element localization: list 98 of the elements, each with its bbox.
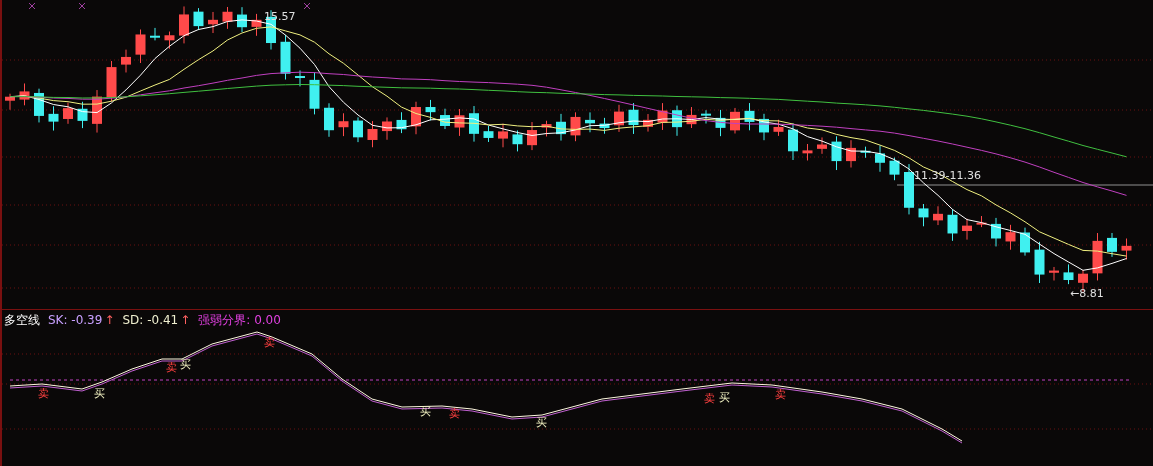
buy-signal: 买 [180,358,191,371]
candlestick [63,102,73,125]
candlestick [541,120,552,137]
candlestick [556,113,566,142]
candlestick [338,112,349,137]
candlestick [454,108,465,137]
legend-value: 强弱分界: 0.00 [198,312,281,329]
candlestick [933,205,943,226]
candlestick [469,105,479,143]
candlestick [92,89,102,134]
candlestick [976,215,987,228]
candlestick [802,143,813,161]
candlestick [179,5,189,44]
candlestick [106,60,117,102]
sell-signal: 卖 [449,407,460,420]
cross-marker-icon [303,2,311,10]
candlestick [628,102,639,135]
candlestick [237,6,247,33]
candlestick [34,88,44,123]
cross-marker-icon [28,2,36,10]
candlestick [686,106,697,129]
price-label: ←8.81 [1070,287,1104,300]
candlestick [309,71,320,115]
candlestick [991,217,1001,247]
candlestick [715,109,726,137]
buy-signal: 买 [94,387,105,400]
arrow-icon: ↑ [180,310,191,329]
buy-signal: 买 [719,391,730,404]
candlestick [889,157,900,181]
sell-signal: 卖 [166,361,177,374]
candlestick [904,163,914,215]
candlestick [1049,266,1059,281]
candlestick [135,28,146,64]
candlestick [643,113,653,133]
candlestick [1063,263,1074,285]
sell-signal: 卖 [775,388,786,401]
candlestick [121,49,131,73]
candlestick [527,121,537,151]
candlestick [860,146,871,159]
candlestick [701,109,711,125]
candlestick [1107,232,1117,258]
candlestick [208,11,218,34]
candlestick [251,13,262,37]
sell-signal: 卖 [704,392,715,405]
candlestick [599,117,610,135]
candlestick [672,105,682,137]
candlestick [411,101,421,135]
candlestick [744,102,755,131]
legend-value: SD: -0.41 [122,312,179,329]
candlestick [19,82,30,106]
candlestick [1020,227,1030,257]
candlestick [5,93,15,111]
candlestick [730,107,740,134]
candlestick [817,136,827,155]
candlestick [759,113,769,141]
candlestick [962,218,972,241]
candlestick [382,116,392,141]
candlestick [353,116,363,143]
candlestick [483,125,494,143]
candlestick [1121,238,1132,261]
candlestick [1034,241,1045,284]
candlestick [222,6,233,30]
candlestick [570,111,581,142]
candlestick [295,69,305,87]
candlestick [150,27,160,41]
candlestick [614,104,624,133]
candlestick [585,111,595,133]
legend-value: SK: -0.39 [48,312,103,329]
candlestick [193,7,204,31]
candlestick [1005,224,1016,251]
candlestick [788,122,798,161]
candlestick [396,111,407,134]
candlestick [947,208,958,242]
candlestick [657,102,668,131]
candlestick [440,108,450,130]
sell-signal: 卖 [38,387,49,400]
candlestick [1092,232,1103,281]
candlestick [367,120,378,148]
price-label: 15.57 [264,10,296,23]
candlestick [512,129,523,152]
candlestick [77,101,88,129]
candlestick [48,105,59,132]
buy-signal: 买 [420,405,431,418]
candlestick [164,31,175,50]
buy-signal: 买 [536,416,547,429]
indicator-title: 多空线 [4,312,40,329]
cross-marker-icon [78,2,86,10]
candlestick [280,34,291,80]
candlestick [846,139,856,168]
candlestick [831,135,842,171]
candlestick [324,102,334,138]
candlestick [875,145,885,173]
candlestick [425,99,436,121]
sell-signal: 卖 [264,336,275,349]
candlestick [498,123,508,148]
arrow-icon: ↑ [104,310,115,329]
candlestick [918,203,929,227]
candlestick [773,119,784,137]
